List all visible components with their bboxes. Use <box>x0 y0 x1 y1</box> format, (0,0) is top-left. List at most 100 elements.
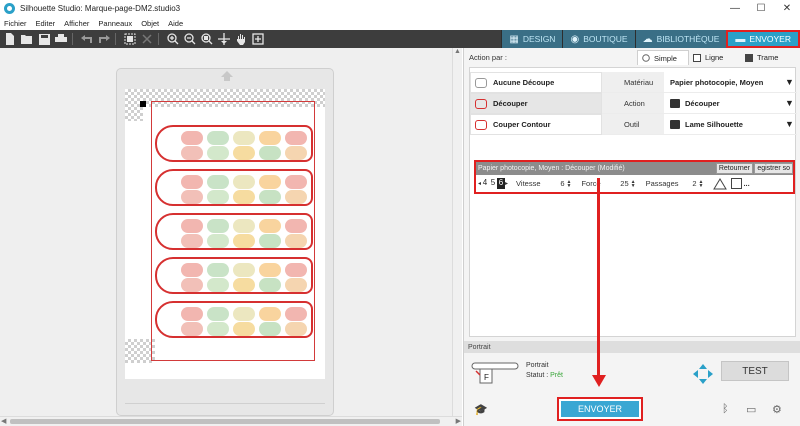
spin-arrows-icon[interactable]: ▲ ▼ <box>567 179 572 188</box>
zoom-in-icon[interactable] <box>166 32 180 46</box>
move-blade-icon[interactable] <box>692 363 714 385</box>
design-canvas[interactable] <box>0 48 462 416</box>
cutter-device-icon[interactable]: ▭ <box>746 403 756 416</box>
enregistrer-button[interactable]: egistrer so <box>754 163 793 174</box>
action-aucune-decoupe[interactable]: Aucune Découpe <box>470 72 602 93</box>
test-button[interactable]: TEST <box>721 361 789 381</box>
print-icon[interactable] <box>54 32 68 46</box>
action-label: Découper <box>493 99 528 108</box>
dropdown-caret-icon[interactable]: ▼ <box>785 119 797 129</box>
zoom-selection-icon[interactable] <box>200 32 214 46</box>
statut-label: Statut : <box>526 372 549 379</box>
bookmark-shape[interactable] <box>155 301 313 338</box>
radio-icon <box>642 54 650 62</box>
increase-icon[interactable]: ▸ <box>505 180 508 187</box>
scroll-right-icon[interactable]: ▶ <box>456 417 461 425</box>
action-decouper[interactable]: Découper <box>470 93 602 114</box>
zoom-fit-icon[interactable] <box>217 32 231 46</box>
scroll-up-icon[interactable]: ▲ <box>454 48 461 55</box>
mode-simple[interactable]: Simple <box>637 50 689 65</box>
tab-design-label: DESIGN <box>522 34 556 44</box>
tab-boutique[interactable]: ◉ BOUTIQUE <box>562 30 635 48</box>
tab-envoyer-label: ENVOYER <box>749 34 791 44</box>
open-folder-icon[interactable] <box>20 32 34 46</box>
graduation-cap-icon[interactable]: 🎓 <box>474 403 488 416</box>
portrait-section-label: Portrait <box>468 343 491 351</box>
line-icon <box>693 53 701 62</box>
device-status: F Portrait Statut : Prêt TEST <box>464 353 800 393</box>
scroll-left-icon[interactable]: ◀ <box>1 417 6 425</box>
mode-trame[interactable]: Trame <box>741 50 793 65</box>
bookmark-shape[interactable] <box>155 169 313 206</box>
menu-objet[interactable]: Objet <box>141 19 159 28</box>
tab-bibliotheque-label: BIBLIOTHÈQUE <box>656 34 720 44</box>
portrait-cutter-icon: F <box>471 362 519 384</box>
zoom-out-icon[interactable] <box>183 32 197 46</box>
dropdown-caret-icon[interactable]: ▼ <box>785 98 797 108</box>
passages-stepper[interactable]: 2 ▲ ▼ <box>683 179 704 188</box>
close-button[interactable]: ✕ <box>774 0 800 17</box>
retourner-button[interactable]: Retourner <box>715 163 753 174</box>
svg-text:F: F <box>484 373 489 382</box>
minimize-button[interactable]: — <box>722 0 748 17</box>
bookmark-shape[interactable] <box>155 257 313 294</box>
more-options[interactable]: ... <box>743 179 749 188</box>
menu-editer[interactable]: Editer <box>36 19 56 28</box>
outil-select[interactable]: Lame Silhouette <box>664 119 785 129</box>
portrait-section-header[interactable]: Portrait <box>464 341 800 353</box>
spin-arrows-icon[interactable]: ▲ ▼ <box>699 179 704 188</box>
cutting-mat <box>116 68 334 416</box>
blade-digit: 4 <box>481 178 490 189</box>
action-par-label: Action par : <box>469 53 507 62</box>
bluetooth-icon[interactable]: ᛒ <box>722 403 729 415</box>
tab-bibliotheque[interactable]: ☁ BIBLIOTHÈQUE <box>634 30 727 48</box>
delete-icon[interactable] <box>140 32 154 46</box>
window-controls: — ☐ ✕ <box>722 0 800 17</box>
horizontal-scrollbar[interactable]: ◀ ▶ <box>0 416 462 426</box>
materiau-select[interactable]: Papier photocopie, Moyen <box>664 78 785 87</box>
device-info: Portrait Statut : Prêt <box>526 361 563 381</box>
tool-icon <box>670 119 680 129</box>
zoom-page-icon[interactable] <box>251 32 265 46</box>
save-icon[interactable] <box>37 32 51 46</box>
bookmark-shape[interactable] <box>155 213 313 250</box>
action-select[interactable]: Découper <box>664 98 785 108</box>
select-all-icon[interactable] <box>123 32 137 46</box>
mode-ligne-label: Ligne <box>705 53 724 62</box>
action-couper-contour[interactable]: Couper Contour <box>470 114 602 135</box>
redo-icon[interactable] <box>97 32 111 46</box>
envoyer-button[interactable]: ENVOYER <box>557 397 643 421</box>
action-row: Action Découper ▼ <box>602 93 797 114</box>
dropdown-caret-icon[interactable]: ▼ <box>785 77 797 87</box>
envoyer-label: ENVOYER <box>561 401 639 417</box>
vitesse-stepper[interactable]: 6 ▲ ▼ <box>551 179 572 188</box>
force-stepper[interactable]: 25 ▲ ▼ <box>615 179 636 188</box>
tab-design[interactable]: ▦ DESIGN <box>501 30 563 48</box>
mode-ligne[interactable]: Ligne <box>689 50 741 65</box>
window-title: Silhouette Studio: Marque-page-DM2.studi… <box>20 4 181 13</box>
annotation-arrow-head-icon <box>592 375 606 387</box>
bookmark-shape[interactable] <box>155 125 313 162</box>
silhouette-app-icon <box>4 3 15 14</box>
spin-arrows-icon[interactable]: ▲ ▼ <box>631 179 636 188</box>
maximize-button[interactable]: ☐ <box>748 0 774 17</box>
triangle-path-icon[interactable] <box>713 177 728 190</box>
undo-icon[interactable] <box>80 32 94 46</box>
fill-icon <box>745 53 753 62</box>
scroll-thumb[interactable] <box>10 419 440 424</box>
action-value: Découper <box>685 98 720 108</box>
gear-icon[interactable]: ⚙ <box>772 403 782 416</box>
menu-aide[interactable]: Aide <box>168 19 183 28</box>
color-swatch[interactable] <box>731 178 743 189</box>
device-status-line: Statut : Prêt <box>526 371 563 381</box>
menu-afficher[interactable]: Afficher <box>64 19 89 28</box>
toolbar-divider <box>72 33 73 45</box>
pan-hand-icon[interactable] <box>234 32 248 46</box>
mode-simple-label: Simple <box>654 53 677 63</box>
new-file-icon[interactable] <box>3 32 17 46</box>
tab-envoyer[interactable]: ▬ ENVOYER <box>726 30 800 48</box>
vertical-scrollbar[interactable]: ▲ <box>452 48 462 416</box>
blade-setting[interactable]: ◂ 4 5 6 ▸ <box>478 178 508 189</box>
menu-fichier[interactable]: Fichier <box>4 19 27 28</box>
menu-panneaux[interactable]: Panneaux <box>98 19 132 28</box>
